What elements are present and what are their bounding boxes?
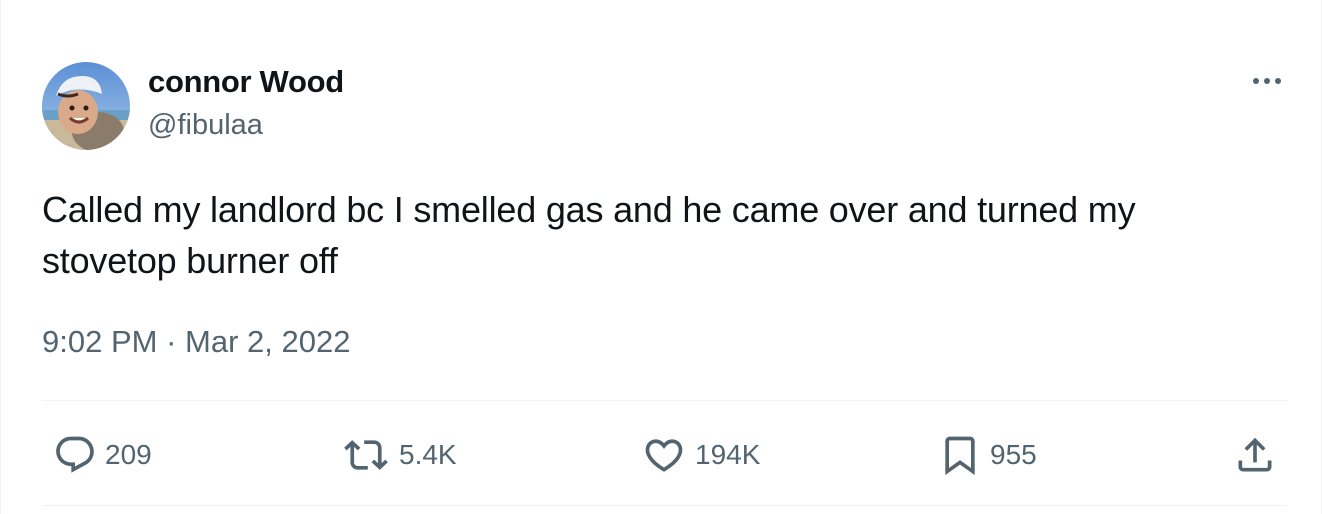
like-button[interactable]: 194K — [641, 432, 760, 478]
author-display-name[interactable]: connor Wood — [148, 64, 344, 100]
author-avatar[interactable] — [42, 62, 130, 150]
repost-count: 5.4K — [399, 439, 457, 470]
share-icon — [1238, 437, 1272, 472]
repost-button[interactable]: 5.4K — [341, 432, 457, 478]
bookmark-count: 955 — [990, 439, 1037, 470]
tweet-date[interactable]: Mar 2, 2022 — [185, 324, 350, 359]
more-options-button[interactable] — [1247, 68, 1287, 94]
timestamp-separator: · — [166, 324, 177, 359]
bookmark-icon — [945, 436, 975, 476]
tweet-text: Called my landlord bc I smelled gas and … — [42, 189, 1136, 281]
tweet-card: connor Wood @fibulaa Called my landlord … — [0, 0, 1322, 514]
reply-count: 209 — [105, 439, 152, 470]
avatar-photo-icon — [42, 62, 130, 150]
ellipsis-icon — [1253, 78, 1281, 84]
repost-icon — [344, 440, 388, 470]
author-handle[interactable]: @fibulaa — [148, 109, 263, 142]
reply-icon — [56, 436, 94, 473]
heart-icon — [645, 439, 683, 472]
reply-button[interactable]: 209 — [53, 432, 152, 478]
like-count: 194K — [695, 439, 761, 470]
tweet-time[interactable]: 9:02 PM — [42, 324, 157, 359]
divider — [42, 505, 1287, 506]
tweet-timestamp: 9:02 PM · Mar 2, 2022 — [42, 324, 350, 360]
bookmark-button[interactable]: 955 — [938, 432, 1037, 478]
share-button[interactable] — [1233, 432, 1277, 478]
divider — [42, 400, 1287, 401]
